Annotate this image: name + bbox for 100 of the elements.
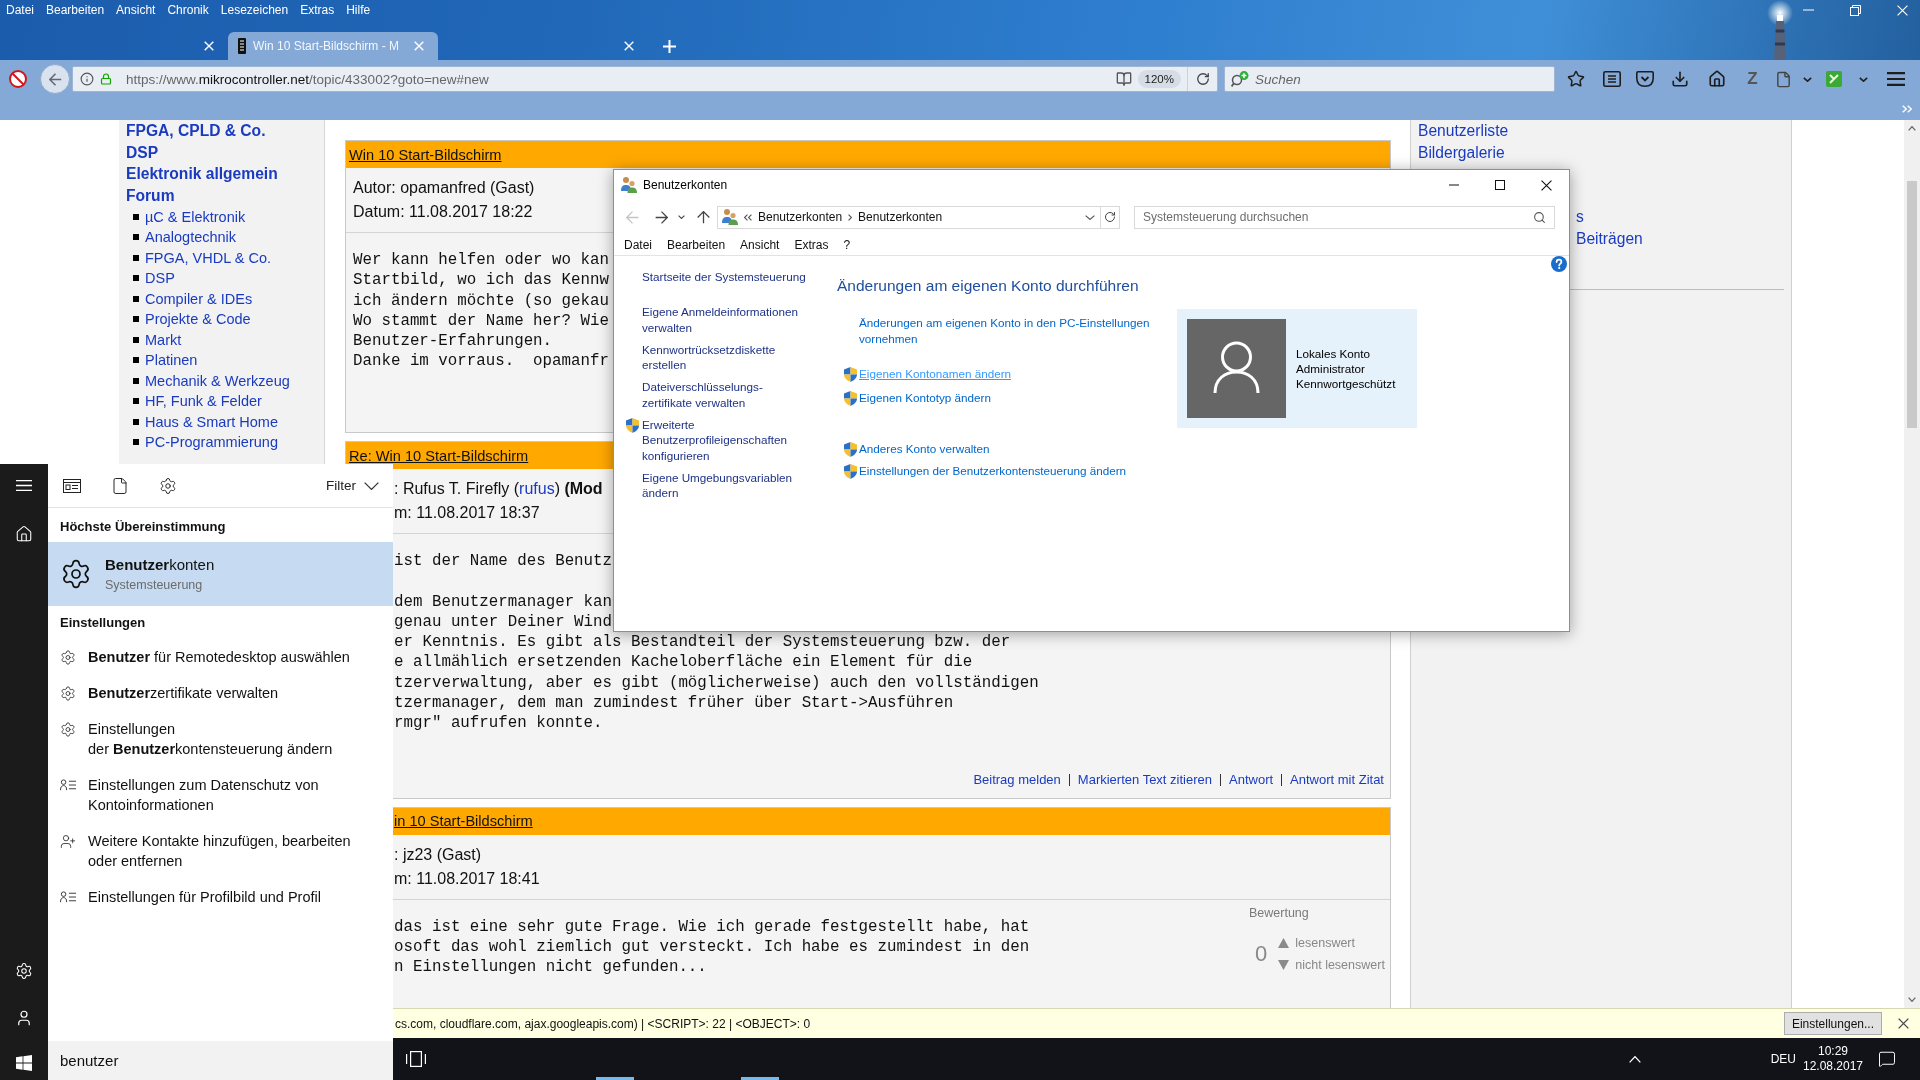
search-result-item[interactable]: Weitere Kontakte hinzufügen, bearbeiten oder entfernen [48,831,393,871]
board-link[interactable]: Compiler & IDEs [145,290,253,307]
menu-item[interactable]: Datei [624,237,652,252]
app-window-icon[interactable] [63,478,81,493]
board-link[interactable]: HF, Funk & Felder [145,393,262,410]
post-action-link[interactable]: Markierten Text zitieren [1077,772,1212,788]
refresh-button[interactable] [1101,205,1120,229]
post-title-link[interactable]: in 10 Start-Bildschirm [394,814,533,829]
board-link[interactable]: µC & Elektronik [145,208,246,225]
address-field[interactable]: Benutzerkonten Benutzerkonten [717,205,1101,229]
board-link[interactable]: Platinen [145,352,198,369]
sidebar-link[interactable]: Bildergalerie [1418,141,1505,164]
menu-item[interactable]: ? [843,237,851,252]
task-link[interactable]: Anderes Konto verwalten [859,441,990,457]
sidebar-link[interactable]: Benutzerliste [1418,120,1509,142]
section-link[interactable]: DSP [126,141,159,164]
search-result-item[interactable]: Einstellungen der Benutzerkontensteuerung ändern [48,719,393,759]
section-link[interactable]: Elektronik allgemein [126,163,278,185]
zoom-level-button[interactable]: 120% [1137,70,1181,88]
breadcrumb-item[interactable]: Benutzerkonten [858,208,943,226]
filter-button[interactable]: Filter [326,478,379,493]
board-link[interactable]: FPGA, VHDL & Co. [145,249,271,266]
author-link[interactable]: rufus [519,480,555,497]
menu-item[interactable]: Ansicht [740,237,780,252]
menu-item[interactable]: Lesezeichen [220,2,289,18]
close-icon[interactable] [1898,1018,1909,1029]
task-link[interactable]: Änderungen am eigenen Konto in den PC-Einstellungen vornehmen [859,315,1174,347]
sidebar-link[interactable]: Beiträgen [1576,227,1643,250]
board-link[interactable]: Analogtechnik [145,229,237,246]
board-link[interactable]: Haus & Smart Home [145,413,278,430]
book-icon[interactable] [1115,71,1132,87]
search-result-item[interactable]: Einstellungen zum Datenschutz von Kontoinformationen [48,775,393,815]
menu-item[interactable]: Bearbeiten [667,237,726,252]
best-match-item[interactable]: Benutzerkonten Systemsteuerung [48,542,393,606]
board-link[interactable]: Mechanik & Werkzeug [145,372,290,389]
triangle-down-icon[interactable] [1278,959,1290,970]
post-action-link[interactable]: Beitrag melden [973,772,1061,788]
square-tile-icon[interactable] [1826,71,1842,87]
post-title-link[interactable]: Win 10 Start-Bildschirm [349,147,502,162]
control-panel-link[interactable]: Dateiverschlüsselungs-zertifikate verwalten [642,379,809,411]
board-link[interactable]: Markt [145,331,182,348]
list-icon[interactable] [1603,71,1621,87]
post-action-link[interactable]: Antwort mit Zitat [1290,772,1384,788]
search-field[interactable]: Systemsteuerung durchsuchen [1134,205,1555,229]
board-link[interactable]: Projekte & Code [145,311,251,328]
control-panel-link[interactable]: Eigene Anmeldeinformationen verwalten [642,304,809,335]
caret-icon[interactable] [1085,214,1095,220]
menu-item[interactable]: Chronik [167,2,209,18]
home-icon[interactable] [1707,70,1726,88]
search-field[interactable]: Suchen [1224,66,1555,92]
control-panel-link[interactable]: Kennwortrücksetzdiskette erstellen [642,341,809,373]
document-icon[interactable] [111,476,129,495]
control-panel-link[interactable]: Erweiterte Benutzerprofileigenschaften konfigurieren [642,417,809,463]
control-panel-link[interactable]: Eigene Umgebungsvariablen ändern [642,469,809,501]
prohibition-icon[interactable] [9,70,27,88]
breadcrumb-item[interactable]: Benutzerkonten [758,208,843,226]
info-icon[interactable] [80,72,94,86]
download-icon[interactable] [1671,70,1689,88]
caret-icon[interactable] [1859,76,1868,82]
sidebar-link[interactable]: s [1576,206,1584,228]
search-field[interactable]: benutzer [48,1041,393,1080]
chevron-up-icon[interactable] [1908,126,1916,131]
triangle-up-icon[interactable] [1278,937,1290,948]
clock-time[interactable]: 10:29 [1818,1044,1848,1059]
menu-item[interactable]: Hilfe [346,2,371,18]
board-link[interactable]: DSP [145,270,175,287]
search-result-item[interactable]: Benutzer für Remotedesktop auswählen [48,647,393,667]
menu-item[interactable]: Extras [794,237,829,252]
board-link[interactable]: PC-Programmierung [145,434,278,451]
input-language[interactable]: DEU [1770,1052,1796,1066]
person-icon[interactable] [15,1009,33,1027]
task-link[interactable]: Eigenen Kontotyp ändern [859,390,991,406]
menu-item[interactable]: Bearbeiten [46,2,105,18]
help-icon[interactable] [1551,256,1567,272]
search-result-item[interactable]: Benutzerzertifikate verwalten [48,683,393,703]
clock-date[interactable]: 12.08.2017 [1802,1059,1864,1074]
caret-icon[interactable] [1802,76,1812,82]
post-title-link[interactable]: Re: Win 10 Start-Bildschirm [349,448,529,463]
search-result-item[interactable]: Einstellungen für Profilbild und Profil [48,887,393,907]
menu-icon[interactable] [1886,72,1905,86]
settings-button[interactable]: Einstellungen... [1783,1012,1882,1035]
section-link[interactable]: FPGA, CPLD & Co. [126,120,266,142]
settings-icon[interactable] [159,476,177,495]
contact-list-icon [60,779,76,791]
menu-item[interactable]: Datei [6,2,34,18]
menu-item[interactable]: Ansicht [116,2,156,18]
scrollbar[interactable] [1904,120,1920,1008]
task-link[interactable]: Einstellungen der Benutzerkontensteuerung ändern [859,463,1127,479]
section-link[interactable]: Forum [126,184,175,207]
menu-item[interactable]: Extras [300,2,335,18]
post-action-link[interactable]: Antwort [1229,772,1274,788]
address-field[interactable]: https://www.mikrocontroller.net/topic/433002?goto=new#new 120% [72,66,1218,92]
chevron-down-icon[interactable] [1908,997,1916,1002]
windows-logo-icon[interactable] [16,1055,32,1071]
scrollbar-thumb[interactable] [1907,181,1917,428]
control-panel-link[interactable]: Startseite der Systemsteuerung [642,269,806,285]
lock-icon[interactable] [100,73,112,85]
back-button[interactable] [40,64,70,94]
star-icon[interactable] [1567,70,1585,88]
chevron-shield-icon[interactable] [1635,71,1654,87]
